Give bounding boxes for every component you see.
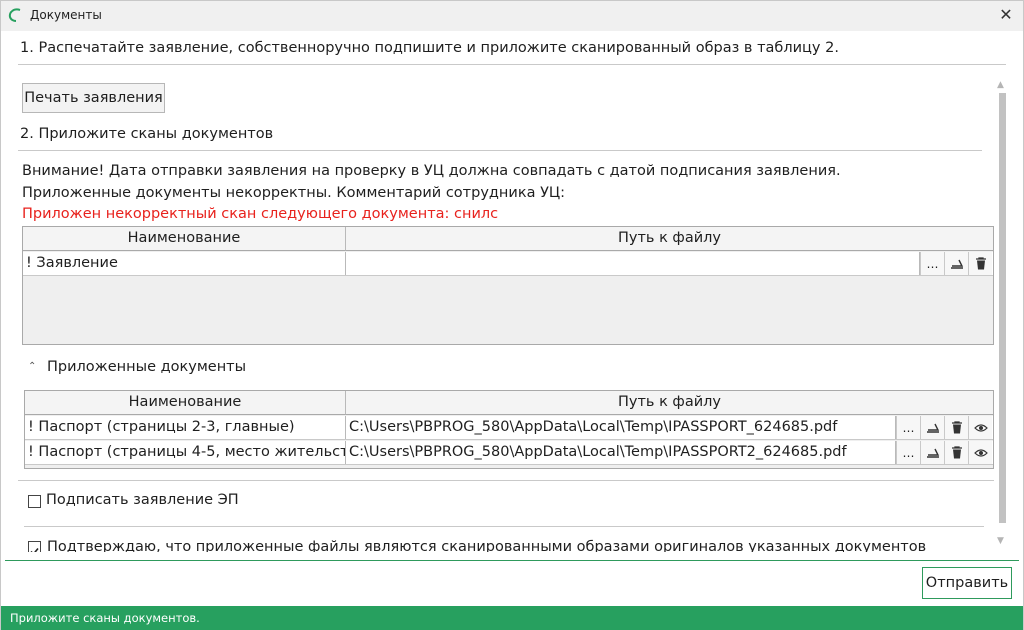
browse-icon[interactable]: …: [896, 441, 920, 464]
row-name: ! Паспорт (страницы 2-3, главные): [25, 416, 346, 439]
sign-application-label[interactable]: Подписать заявление ЭП: [46, 492, 239, 508]
row-path-field[interactable]: C:\Users\PBPROG_580\AppData\Local\Temp\I…: [346, 441, 896, 464]
column-header-name[interactable]: Наименование: [23, 227, 346, 251]
scroll-down-icon[interactable]: ▼: [997, 536, 1004, 546]
send-button[interactable]: Отправить: [922, 567, 1012, 599]
row-path-field[interactable]: [346, 252, 920, 275]
row-name: ! Заявление: [23, 252, 346, 275]
trash-icon[interactable]: [968, 252, 992, 275]
step-2-heading: 2. Приложите сканы документов: [20, 126, 274, 142]
close-icon[interactable]: ✕: [997, 5, 1015, 25]
confirm-files-checkbox[interactable]: [28, 541, 41, 552]
scan-icon[interactable]: [920, 416, 944, 439]
step-1-instruction: 1. Распечатайте заявление, собственноруч…: [20, 40, 839, 56]
status-bar: Приложите сканы документов.: [1, 606, 1023, 630]
confirm-files-label[interactable]: Подтверждаю, что приложенные файлы являю…: [47, 539, 926, 552]
title-bar: Документы ✕: [1, 1, 1023, 31]
eye-icon[interactable]: [968, 416, 992, 439]
divider: [18, 64, 1006, 65]
column-header-path[interactable]: Путь к файлу: [346, 227, 993, 251]
attached-documents-label[interactable]: Приложенные документы: [47, 359, 246, 375]
attached-documents-table: Наименование Путь к файлу ! Паспорт (стр…: [24, 390, 994, 469]
notice-incorrect-docs: Приложенные документы некорректны. Комме…: [22, 185, 566, 201]
notice-date-warning: Внимание! Дата отправки заявления на про…: [22, 163, 841, 179]
divider: [24, 526, 984, 527]
window-title: Документы: [30, 8, 102, 22]
footer-divider: [5, 560, 1019, 561]
table-row[interactable]: ! Паспорт (страницы 4-5, место жительств…: [25, 441, 993, 465]
eye-icon[interactable]: [968, 441, 992, 464]
documents-window: Документы ✕ 1. Распечатайте заявление, с…: [0, 0, 1024, 630]
collapse-chevron-icon[interactable]: ⌃: [28, 361, 36, 372]
browse-icon[interactable]: …: [920, 252, 944, 275]
print-application-button[interactable]: Печать заявления: [22, 83, 165, 113]
confirm-row-viewport: Подтверждаю, что приложенные файлы являю…: [18, 537, 994, 552]
application-table: Наименование Путь к файлу ! Заявление …: [22, 226, 994, 345]
scan-icon[interactable]: [944, 252, 968, 275]
checkmark-icon: [30, 547, 39, 552]
table-row[interactable]: ! Заявление …: [23, 252, 993, 276]
scan-icon[interactable]: [920, 441, 944, 464]
browse-icon[interactable]: …: [896, 416, 920, 439]
divider: [18, 480, 994, 481]
row-path-field[interactable]: C:\Users\PBPROG_580\AppData\Local\Temp\I…: [346, 416, 896, 439]
trash-icon[interactable]: [944, 416, 968, 439]
scrollbar-thumb[interactable]: [999, 93, 1006, 523]
sign-application-checkbox[interactable]: [28, 495, 41, 508]
scroll-up-icon[interactable]: ▲: [997, 80, 1004, 90]
column-header-path[interactable]: Путь к файлу: [346, 391, 993, 415]
divider: [18, 150, 982, 151]
column-header-name[interactable]: Наименование: [25, 391, 346, 415]
app-logo-icon: [8, 8, 21, 22]
row-name: ! Паспорт (страницы 4-5, место жительств…: [25, 441, 346, 464]
trash-icon[interactable]: [944, 441, 968, 464]
table-row[interactable]: ! Паспорт (страницы 2-3, главные) C:\Use…: [25, 416, 993, 440]
notice-error-comment: Приложен некорректный скан следующего до…: [22, 206, 499, 222]
